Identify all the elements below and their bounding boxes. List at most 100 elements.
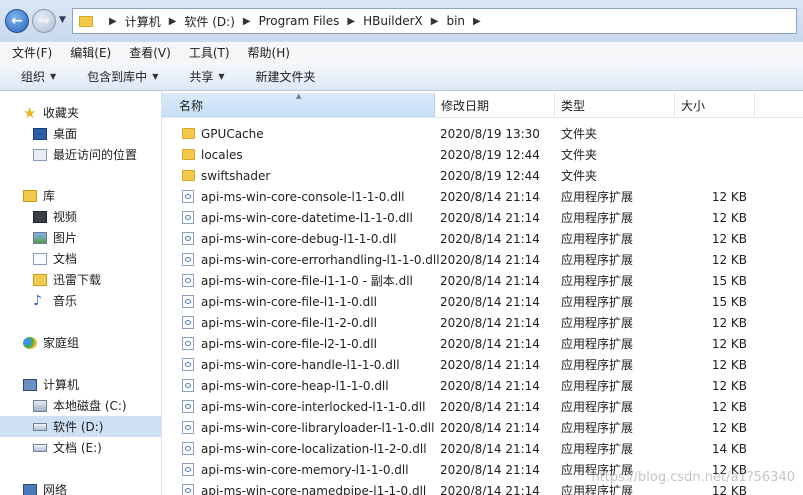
include-in-library-button[interactable]: 包含到库中 ▼ bbox=[87, 68, 158, 85]
breadcrumb-separator-icon[interactable]: ▶ bbox=[109, 16, 117, 27]
file-date: 2020/8/19 12:44 bbox=[440, 147, 540, 162]
file-row[interactable]: api-ms-win-core-console-l1-1-0.dll 2020/8… bbox=[162, 186, 803, 207]
file-name: api-ms-win-core-file-l1-2-0.dll bbox=[201, 315, 377, 330]
organize-button[interactable]: 组织 ▼ bbox=[21, 68, 56, 85]
menu-edit[interactable]: 编辑(E) bbox=[58, 44, 117, 61]
breadcrumb[interactable]: ▶ 计算机 ▶ 软件 (D:) ▶ Program Files ▶ HBuild… bbox=[72, 8, 797, 34]
back-button[interactable]: ← bbox=[5, 9, 29, 33]
file-row[interactable]: api-ms-win-core-handle-l1-1-0.dll 2020/8/… bbox=[162, 354, 803, 375]
file-name: api-ms-win-core-file-l1-1-0 - 副本.dll bbox=[201, 274, 413, 288]
file-size: 12 KB bbox=[711, 210, 747, 225]
file-name: api-ms-win-core-debug-l1-1-0.dll bbox=[201, 231, 397, 246]
file-type: 应用程序扩展 bbox=[561, 190, 634, 204]
new-folder-button[interactable]: 新建文件夹 bbox=[256, 68, 316, 85]
menu-help[interactable]: 帮助(H) bbox=[236, 44, 296, 61]
nav-music[interactable]: ♪ 音乐 bbox=[0, 290, 161, 311]
star-icon: ★ bbox=[23, 103, 37, 122]
dll-file-icon bbox=[182, 400, 194, 413]
dll-file-icon bbox=[182, 211, 194, 224]
music-note-icon: ♪ bbox=[33, 292, 42, 309]
file-name: swiftshader bbox=[201, 168, 271, 183]
file-row[interactable]: api-ms-win-core-interlocked-l1-1-0.dll 20… bbox=[162, 396, 803, 417]
breadcrumb-separator-icon[interactable]: ▶ bbox=[243, 16, 251, 27]
nav-computer[interactable]: 计算机 bbox=[0, 374, 161, 395]
nav-desktop[interactable]: 桌面 bbox=[0, 123, 161, 144]
document-icon bbox=[33, 252, 47, 265]
computer-icon bbox=[23, 378, 37, 391]
file-row[interactable]: api-ms-win-core-file-l1-1-0 - 副本.dll 2020… bbox=[162, 270, 803, 291]
file-row[interactable]: GPUCache 2020/8/19 13:30 文件夹 bbox=[162, 123, 803, 144]
breadcrumb-computer[interactable]: 计算机 bbox=[125, 13, 161, 30]
share-button[interactable]: 共享 ▼ bbox=[189, 68, 224, 85]
forward-button[interactable]: → bbox=[32, 9, 56, 33]
nav-drive-d[interactable]: 软件 (D:) bbox=[0, 416, 161, 437]
dll-file-icon bbox=[182, 442, 194, 455]
file-row[interactable]: api-ms-win-core-datetime-l1-1-0.dll 2020/… bbox=[162, 207, 803, 228]
file-name: api-ms-win-core-libraryloader-l1-1-0.dll bbox=[201, 420, 435, 435]
file-row[interactable]: swiftshader 2020/8/19 12:44 文件夹 bbox=[162, 165, 803, 186]
nav-libraries[interactable]: 库 bbox=[0, 185, 161, 206]
menu-bar: 文件(F) 编辑(E) 查看(V) 工具(T) 帮助(H) bbox=[0, 42, 803, 64]
nav-recent-places[interactable]: 最近访问的位置 bbox=[0, 144, 161, 165]
column-header-size[interactable]: 大小 bbox=[675, 93, 755, 117]
column-header-type[interactable]: 类型 bbox=[555, 93, 675, 117]
file-date: 2020/8/19 13:30 bbox=[440, 126, 540, 141]
nav-network[interactable]: 网络 bbox=[0, 479, 161, 495]
file-size: 15 KB bbox=[711, 294, 747, 309]
file-row[interactable]: api-ms-win-core-libraryloader-l1-1-0.dll… bbox=[162, 417, 803, 438]
address-bar: ← → ▼ ▶ 计算机 ▶ 软件 (D:) ▶ Program Files ▶ … bbox=[0, 0, 803, 43]
file-size: 12 KB bbox=[711, 399, 747, 414]
nav-favorites[interactable]: ★ 收藏夹 bbox=[0, 102, 161, 123]
file-row[interactable]: api-ms-win-core-errorhandling-l1-1-0.dll… bbox=[162, 249, 803, 270]
column-header-name[interactable]: ▲ 名称 bbox=[162, 92, 435, 117]
file-type: 应用程序扩展 bbox=[561, 358, 634, 372]
breadcrumb-bin[interactable]: bin bbox=[446, 14, 465, 28]
menu-file[interactable]: 文件(F) bbox=[0, 44, 58, 61]
file-name: api-ms-win-core-datetime-l1-1-0.dll bbox=[201, 210, 413, 225]
column-header-date[interactable]: 修改日期 bbox=[435, 93, 555, 117]
dll-file-icon bbox=[182, 316, 194, 329]
file-type: 应用程序扩展 bbox=[561, 379, 634, 393]
nav-homegroup[interactable]: 家庭组 bbox=[0, 332, 161, 353]
menu-tools[interactable]: 工具(T) bbox=[177, 44, 236, 61]
folder-icon bbox=[182, 170, 195, 181]
breadcrumb-program-files[interactable]: Program Files bbox=[259, 14, 340, 28]
breadcrumb-separator-icon[interactable]: ▶ bbox=[347, 16, 355, 27]
breadcrumb-hbuilderx[interactable]: HBuilderX bbox=[363, 14, 423, 28]
breadcrumb-separator-icon[interactable]: ▶ bbox=[431, 16, 439, 27]
file-date: 2020/8/14 21:14 bbox=[440, 420, 540, 435]
file-size: 12 KB bbox=[711, 336, 747, 351]
breadcrumb-separator-icon[interactable]: ▶ bbox=[169, 16, 177, 27]
desktop-icon bbox=[33, 127, 47, 140]
file-row[interactable]: api-ms-win-core-debug-l1-1-0.dll 2020/8/1… bbox=[162, 228, 803, 249]
dll-file-icon bbox=[182, 421, 194, 434]
nav-thunder-downloads[interactable]: 迅雷下载 bbox=[0, 269, 161, 290]
recent-pages-dropdown-icon[interactable]: ▼ bbox=[59, 15, 66, 25]
file-name: api-ms-win-core-handle-l1-1-0.dll bbox=[201, 357, 400, 372]
file-row[interactable]: api-ms-win-core-file-l2-1-0.dll 2020/8/14… bbox=[162, 333, 803, 354]
menu-view[interactable]: 查看(V) bbox=[117, 44, 177, 61]
file-row[interactable]: api-ms-win-core-localization-l1-2-0.dll 2… bbox=[162, 438, 803, 459]
dll-file-icon bbox=[182, 295, 194, 308]
file-list: ▲ 名称 修改日期 类型 大小 GPUCache 2020/8/19 13:30 文… bbox=[162, 91, 803, 495]
file-date: 2020/8/14 21:14 bbox=[440, 252, 540, 267]
file-row[interactable]: api-ms-win-core-file-l1-1-0.dll 2020/8/14… bbox=[162, 291, 803, 312]
file-date: 2020/8/14 21:14 bbox=[440, 189, 540, 204]
file-name: api-ms-win-core-interlocked-l1-1-0.dll bbox=[201, 399, 426, 414]
nav-drive-c[interactable]: 本地磁盘 (C:) bbox=[0, 395, 161, 416]
file-size bbox=[677, 165, 747, 186]
download-folder-icon bbox=[33, 273, 47, 286]
nav-videos[interactable]: 视频 bbox=[0, 206, 161, 227]
file-row[interactable]: api-ms-win-core-file-l1-2-0.dll 2020/8/14… bbox=[162, 312, 803, 333]
file-size: 14 KB bbox=[711, 441, 747, 456]
file-date: 2020/8/19 12:44 bbox=[440, 168, 540, 183]
drive-icon bbox=[33, 422, 47, 431]
file-type: 应用程序扩展 bbox=[561, 421, 634, 435]
file-row[interactable]: locales 2020/8/19 12:44 文件夹 bbox=[162, 144, 803, 165]
breadcrumb-separator-icon[interactable]: ▶ bbox=[473, 16, 481, 27]
nav-documents[interactable]: 文档 bbox=[0, 248, 161, 269]
nav-drive-e[interactable]: 文档 (E:) bbox=[0, 437, 161, 458]
nav-pictures[interactable]: 图片 bbox=[0, 227, 161, 248]
breadcrumb-drive-d[interactable]: 软件 (D:) bbox=[184, 13, 234, 30]
file-row[interactable]: api-ms-win-core-heap-l1-1-0.dll 2020/8/14… bbox=[162, 375, 803, 396]
